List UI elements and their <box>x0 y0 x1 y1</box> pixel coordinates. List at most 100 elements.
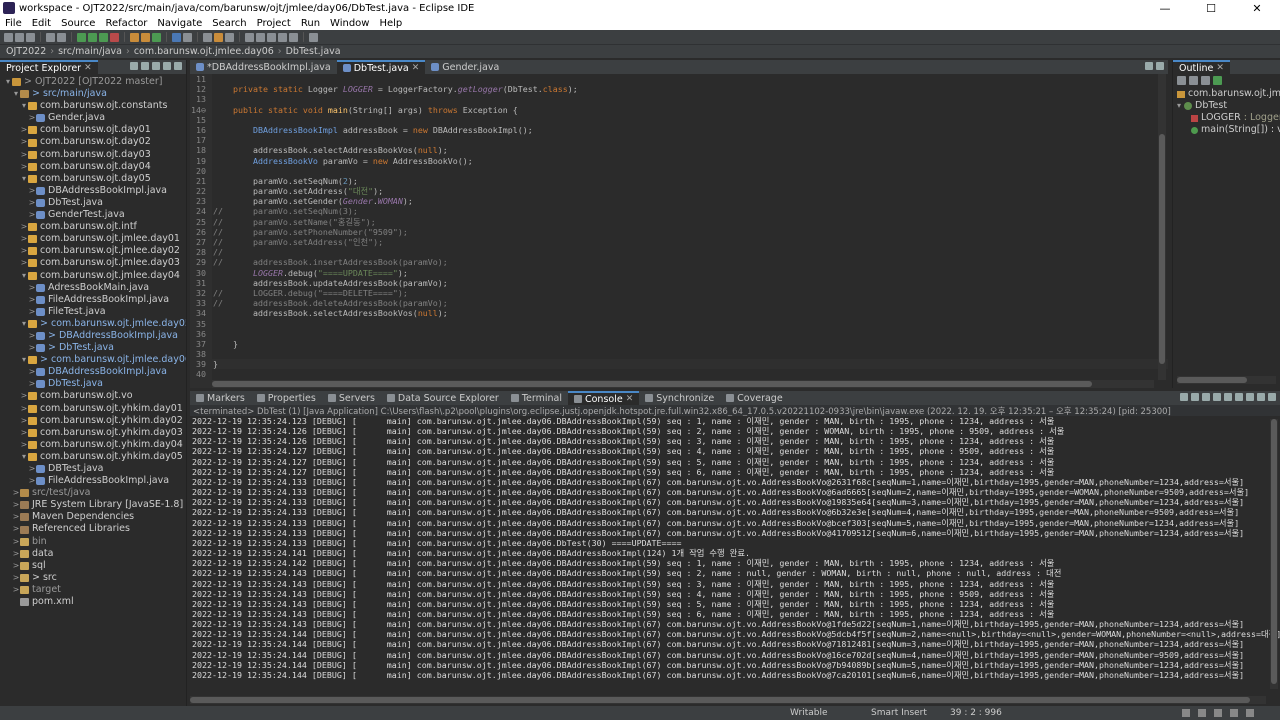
tab-outline[interactable]: Outline ✕ <box>1173 60 1230 74</box>
tree-item[interactable]: > com.barunsw.ojt.yhkim.day02 <box>0 415 186 427</box>
chevron-right-icon[interactable]: > <box>28 342 36 354</box>
menu-run[interactable]: Run <box>296 18 325 29</box>
chevron-right-icon[interactable]: > <box>20 149 28 161</box>
chevron-down-icon[interactable]: ▾ <box>20 451 28 463</box>
code-editor[interactable]: 11 12 private static Logger LOGGER = Logg… <box>190 74 1168 388</box>
chevron-down-icon[interactable]: ▾ <box>12 88 20 100</box>
chevron-right-icon[interactable]: > <box>28 306 36 318</box>
maximize-view-icon[interactable] <box>1268 393 1276 401</box>
open-console-icon[interactable] <box>1246 393 1254 401</box>
chevron-down-icon[interactable]: ▾ <box>4 76 12 88</box>
chevron-down-icon[interactable]: ▾ <box>20 354 28 366</box>
code-line[interactable]: 30 LOGGER.debug("====UPDATE===="); <box>196 268 1168 278</box>
previous-annotation-icon[interactable] <box>256 32 265 42</box>
breadcrumb-file[interactable]: DbTest.java <box>286 46 341 57</box>
code-line[interactable]: 14⊖ public static void main(String[] arg… <box>191 105 1168 115</box>
build-icon[interactable] <box>46 32 55 42</box>
status-insert-mode[interactable]: Smart Insert <box>871 708 927 718</box>
chevron-right-icon[interactable]: > <box>28 197 36 209</box>
outline-horizontal-scrollbar[interactable] <box>1177 376 1276 384</box>
pin-console-icon[interactable] <box>1224 393 1232 401</box>
tasks-icon[interactable] <box>1230 709 1238 717</box>
close-icon[interactable]: ✕ <box>84 63 92 73</box>
code-line[interactable]: 23 paramVo.setGender(Gender.WOMAN); <box>196 196 1168 206</box>
code-line[interactable]: 34 addressBook.selectAddressBookVos(null… <box>196 308 1168 318</box>
code-line[interactable]: 12 private static Logger LOGGER = Logger… <box>196 84 1168 94</box>
tree-item[interactable]: > FileAddressBookImpl.java <box>0 294 186 306</box>
tree-item[interactable]: ▾ > com.barunsw.ojt.jmlee.day06 <box>0 354 186 366</box>
new-java-project-icon[interactable] <box>130 32 139 42</box>
console-output[interactable]: 2022-12-19 12:35:24.123 [DEBUG] [ main] … <box>190 416 1280 680</box>
chevron-right-icon[interactable]: > <box>20 161 28 173</box>
tree-item[interactable]: > com.barunsw.ojt.intf <box>0 221 186 233</box>
show-whitespace-icon[interactable] <box>225 32 234 42</box>
status-cursor-position[interactable]: 39 : 2 : 996 <box>950 708 1002 718</box>
chevron-right-icon[interactable]: > <box>20 427 28 439</box>
chevron-down-icon[interactable]: ▾ <box>20 173 28 185</box>
tree-item[interactable]: > > DbTest.java <box>0 342 186 354</box>
tree-item[interactable]: > com.barunsw.ojt.yhkim.day03 <box>0 427 186 439</box>
close-icon[interactable]: ✕ <box>626 394 634 404</box>
code-line[interactable]: 39} <box>196 359 1168 370</box>
new-package-icon[interactable] <box>141 32 150 42</box>
tree-item[interactable]: > data <box>0 548 186 560</box>
tree-item[interactable]: > bin <box>0 536 186 548</box>
code-area[interactable]: 11 12 private static Logger LOGGER = Logg… <box>191 74 1168 380</box>
terminate-icon[interactable] <box>1180 393 1188 401</box>
remove-launch-icon[interactable] <box>1191 393 1199 401</box>
scrollbar-thumb[interactable] <box>212 381 1092 387</box>
editor-vertical-scrollbar[interactable] <box>1158 74 1166 380</box>
menu-window[interactable]: Window <box>325 18 374 29</box>
filter-icon[interactable] <box>152 62 160 70</box>
chevron-right-icon[interactable]: > <box>12 560 20 572</box>
tree-item[interactable]: > com.barunsw.ojt.day02 <box>0 136 186 148</box>
chevron-right-icon[interactable]: > <box>20 403 28 415</box>
breadcrumb-project[interactable]: OJT2022 <box>6 46 46 57</box>
tree-item[interactable]: ▾ com.barunsw.ojt.constants <box>0 100 186 112</box>
run-icon[interactable] <box>88 32 97 42</box>
tree-item[interactable]: > com.barunsw.ojt.vo <box>0 390 186 402</box>
tree-item[interactable]: pom.xml <box>0 596 186 608</box>
chevron-right-icon[interactable]: > <box>28 366 36 378</box>
chevron-right-icon[interactable]: > <box>28 282 36 294</box>
tree-item[interactable]: > com.barunsw.ojt.day04 <box>0 161 186 173</box>
tree-item[interactable]: > FileAddressBookImpl.java <box>0 475 186 487</box>
view-menu-icon[interactable] <box>163 62 171 70</box>
save-icon[interactable] <box>15 32 24 42</box>
tree-item[interactable]: > Maven Dependencies <box>0 511 186 523</box>
maximize-button[interactable]: ☐ <box>1188 2 1234 15</box>
tree-item[interactable]: > JRE System Library [JavaSE-1.8] <box>0 499 186 511</box>
tab-data-source-explorer[interactable]: Data Source Explorer <box>381 391 505 405</box>
chevron-right-icon[interactable]: > <box>28 463 36 475</box>
search-icon[interactable] <box>183 32 192 42</box>
last-edit-icon[interactable] <box>267 32 276 42</box>
chevron-right-icon[interactable]: > <box>12 572 20 584</box>
minimize-view-icon[interactable] <box>174 62 182 70</box>
tree-item[interactable]: > com.barunsw.ojt.yhkim.day01 <box>0 403 186 415</box>
code-line[interactable]: 27 // paramVo.setAddress("인천"); <box>196 237 1168 247</box>
next-annotation-icon[interactable] <box>245 32 254 42</box>
pen-icon[interactable] <box>214 32 223 42</box>
code-line[interactable]: 32 // LOGGER.debug("====DELETE===="); <box>196 288 1168 298</box>
layout-icon[interactable] <box>1246 709 1254 717</box>
code-line[interactable]: 19 AddressBookVo paramVo = new AddressBo… <box>196 156 1168 166</box>
sort-icon[interactable] <box>1177 76 1186 85</box>
scrollbar-thumb[interactable] <box>1271 419 1277 684</box>
chevron-right-icon[interactable]: > <box>20 439 28 451</box>
clear-console-icon[interactable] <box>1202 393 1210 401</box>
chevron-right-icon[interactable]: > <box>28 330 36 342</box>
tree-item[interactable]: > GenderTest.java <box>0 209 186 221</box>
code-line[interactable]: 35 <box>196 319 1168 329</box>
open-type-icon[interactable] <box>172 32 181 42</box>
hide-static-icon[interactable] <box>1201 76 1210 85</box>
code-line[interactable]: 36 <box>196 329 1168 339</box>
tree-item[interactable]: > com.barunsw.ojt.jmlee.day02 <box>0 245 186 257</box>
console-horizontal-scrollbar[interactable] <box>190 696 1266 704</box>
collapse-all-icon[interactable] <box>130 62 138 70</box>
code-line[interactable]: 29 // addressBook.insertAddressBook(param… <box>196 257 1168 267</box>
forward-icon[interactable] <box>289 32 298 42</box>
new-icon[interactable] <box>4 32 13 42</box>
link-with-editor-icon[interactable] <box>141 62 149 70</box>
chevron-right-icon[interactable]: > <box>28 209 36 221</box>
hide-fields-icon[interactable] <box>1189 76 1198 85</box>
